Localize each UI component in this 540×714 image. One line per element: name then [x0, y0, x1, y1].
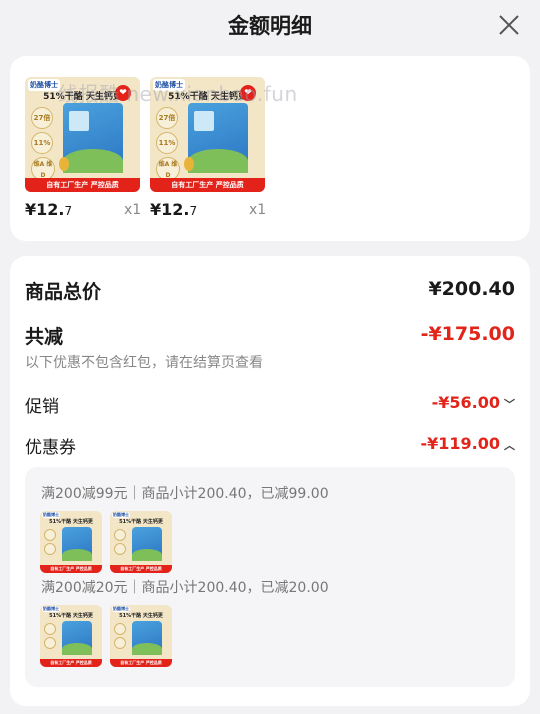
item-price: ¥12.7 [150, 200, 198, 219]
product-banner: 自有工厂生产 严控品质 [25, 178, 140, 192]
chevron-up-icon[interactable]: ︿ [504, 437, 515, 453]
promo-value: -¥56.00 [431, 393, 500, 412]
item-quantity: x1 [124, 202, 142, 218]
close-icon[interactable] [498, 14, 520, 36]
coupon-row[interactable]: -¥119.00 ︿ [420, 434, 515, 453]
coupon-line-2: 满200减20元｜商品小计200.40，已减20.00 [41, 580, 329, 596]
heart-icon: ❤ [240, 85, 256, 101]
product-badge: 27倍 [31, 107, 53, 129]
discount-value: -¥175.00 [420, 323, 515, 345]
chevron-down-icon[interactable]: ﹀ [504, 396, 515, 412]
product-thumbnail-2[interactable]: 奶酪博士 51%干酪 天生钙更 27倍 11% 维A 维D ❤ 自有工厂生产 严… [150, 77, 265, 192]
coupon-product-thumbnail: 奶酪博士 51%干酪 天生钙更 自有工厂生产 严控品质 [40, 605, 102, 667]
coupon-detail-box: 满200减99元｜商品小计200.40，已减99.00 奶酪博士 51%干酪 天… [25, 467, 515, 687]
heart-icon: ❤ [115, 85, 131, 101]
product-thumbnail-1[interactable]: 奶酪博士 51%干酪 天生钙更 27倍 11% 维A 维D ❤ 自有工厂生产 严… [25, 77, 140, 192]
coupon-product-thumbnail: 奶酪博士 51%干酪 天生钙更 自有工厂生产 严控品质 [110, 511, 172, 573]
header: 金额明细 [0, 0, 540, 52]
promo-row[interactable]: -¥56.00 ﹀ [432, 393, 515, 412]
product-package [63, 103, 123, 173]
promo-label: 促销 [25, 397, 59, 417]
discount-label: 共减 [25, 326, 64, 348]
coupon-product-thumbnail: 奶酪博士 51%干酪 天生钙更 自有工厂生产 严控品质 [40, 511, 102, 573]
product-badge-2: 11% [31, 132, 53, 154]
product-badge-2: 11% [156, 132, 178, 154]
discount-hint: 以下优惠不包含红包，请在结算页查看 [25, 355, 263, 371]
coupon-value: -¥119.00 [420, 434, 500, 453]
coupon-label: 优惠券 [25, 438, 76, 458]
page-title: 金额明细 [228, 14, 312, 38]
item-quantity: x1 [249, 202, 267, 218]
total-value: ¥200.40 [428, 278, 515, 300]
item-price: ¥12.7 [25, 200, 73, 219]
product-package [188, 103, 248, 173]
product-badge: 27倍 [156, 107, 178, 129]
coupon-line-1: 满200减99元｜商品小计200.40，已减99.00 [41, 486, 329, 502]
coupon-product-thumbnail: 奶酪博士 51%干酪 天生钙更 自有工厂生产 严控品质 [110, 605, 172, 667]
product-banner: 自有工厂生产 严控品质 [150, 178, 265, 192]
total-label: 商品总价 [25, 281, 102, 303]
